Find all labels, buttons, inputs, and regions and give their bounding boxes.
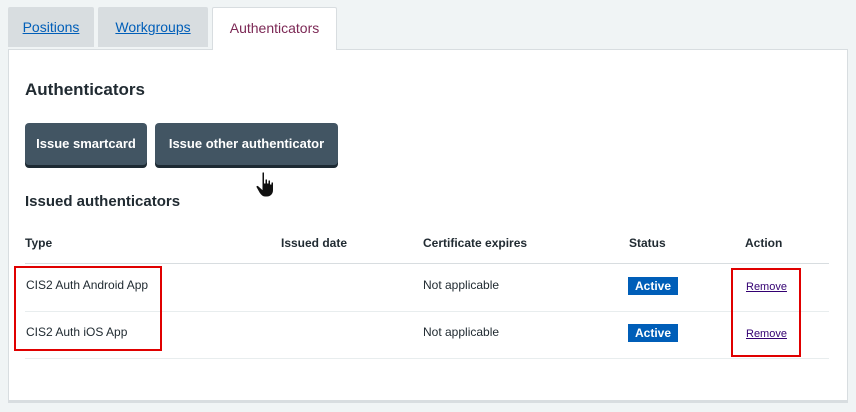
tab-authenticators[interactable]: Authenticators — [212, 7, 337, 50]
issue-smartcard-button[interactable]: Issue smartcard — [25, 123, 147, 165]
highlight-action-column — [731, 268, 801, 357]
col-type: Type — [25, 236, 53, 250]
tab-workgroups-link[interactable]: Workgroups — [115, 19, 190, 35]
table-header: Type Issued date Certificate expires Sta… — [25, 236, 829, 264]
highlight-type-column — [14, 266, 162, 351]
tab-positions-link[interactable]: Positions — [23, 19, 80, 35]
section-title: Authenticators — [25, 80, 145, 99]
cell-expires: Not applicable — [423, 325, 500, 339]
status-badge: Active — [628, 277, 679, 295]
col-status: Status — [629, 236, 666, 250]
issued-authenticators-title: Issued authenticators — [25, 193, 181, 210]
cell-expires: Not applicable — [423, 278, 500, 292]
col-issued-date: Issued date — [281, 236, 348, 250]
issue-other-authenticator-button[interactable]: Issue other authenticator — [155, 123, 338, 165]
tab-workgroups[interactable]: Workgroups — [98, 7, 208, 47]
status-badge: Active — [628, 324, 679, 342]
hand-cursor-icon — [255, 171, 274, 198]
tab-bar: Positions Workgroups Authenticators — [0, 0, 856, 50]
col-certificate-expires: Certificate expires — [423, 236, 528, 250]
col-action: Action — [745, 236, 783, 250]
tab-positions[interactable]: Positions — [8, 7, 94, 47]
